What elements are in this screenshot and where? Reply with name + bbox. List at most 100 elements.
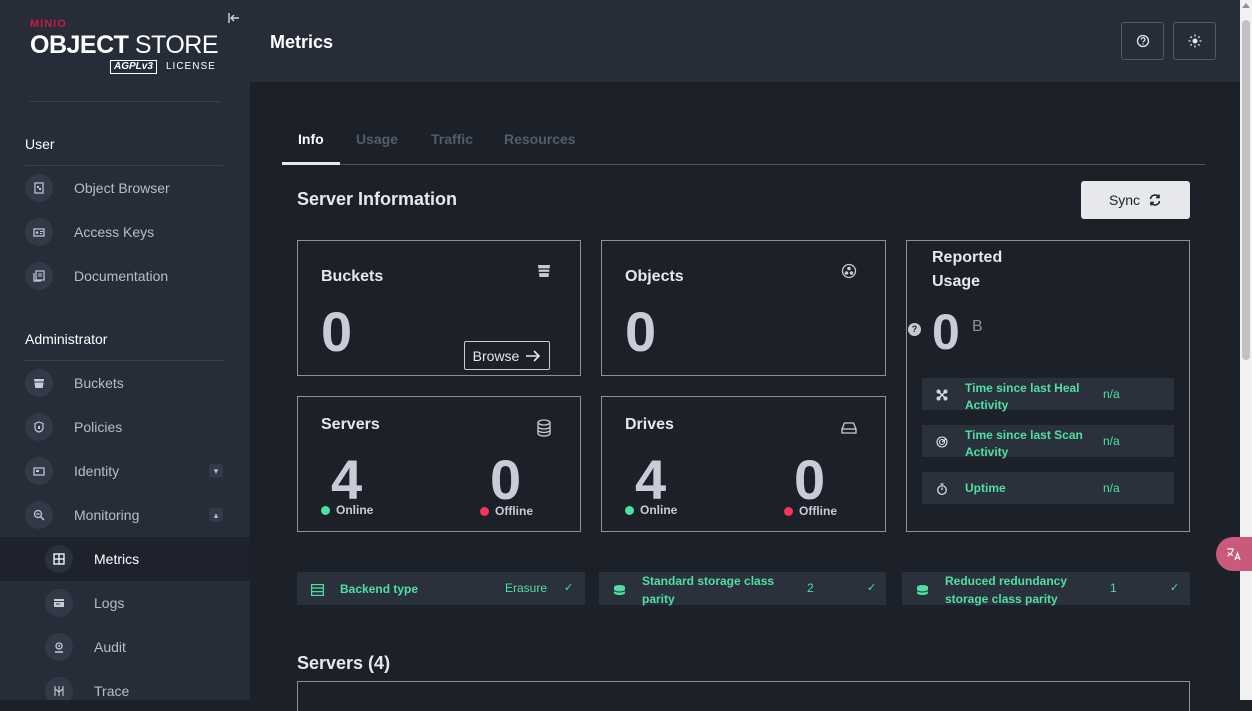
- browse-button[interactable]: Browse: [464, 341, 550, 370]
- sidebar: MINIO OBJECT STORE AGPLv3 LICENSE User O…: [0, 0, 250, 700]
- sidebar-item-audit[interactable]: Audit: [0, 625, 250, 669]
- sidebar-item-logs[interactable]: Logs: [0, 581, 250, 625]
- scan-activity-label: Time since last Scan Activity: [965, 428, 1083, 459]
- chevron-down-icon[interactable]: ▾: [209, 464, 223, 478]
- sidebar-item-label: Identity: [74, 463, 120, 479]
- sun-icon: [1188, 34, 1201, 48]
- sync-button-label: Sync: [1108, 192, 1141, 208]
- tab-traffic[interactable]: Traffic: [431, 131, 473, 147]
- objects-icon: [841, 263, 857, 279]
- check-icon: ✓: [1170, 582, 1180, 594]
- card-title: Buckets: [321, 268, 384, 285]
- theme-toggle-button[interactable]: [1173, 22, 1216, 60]
- sidebar-item-buckets[interactable]: Buckets: [0, 361, 250, 405]
- refresh-icon: [1149, 194, 1161, 206]
- minio-logo[interactable]: MINIO OBJECT STORE AGPLv3 LICENSE: [30, 18, 225, 78]
- online-dot: [625, 505, 634, 515]
- collapse-sidebar-icon[interactable]: [226, 11, 242, 27]
- access-keys-icon: [25, 218, 53, 246]
- scroll-up-icon[interactable]: [1242, 3, 1250, 8]
- drive-icon: [841, 421, 857, 437]
- scan-activity-row: Time since last Scan Activity n/a: [922, 425, 1174, 459]
- browse-button-label: Browse: [472, 347, 520, 364]
- metrics-tabs: Info Usage Traffic Resources: [282, 128, 1205, 165]
- logo-brand: OBJECT STORE: [30, 31, 219, 59]
- objects-count: 0: [625, 300, 657, 363]
- logo-agpl-badge: AGPLv3: [110, 60, 157, 74]
- heal-activity-value: n/a: [1103, 387, 1120, 401]
- sidebar-divider: [30, 101, 220, 102]
- sidebar-item-monitoring[interactable]: Monitoring ▴: [0, 493, 250, 537]
- tab-resources[interactable]: Resources: [504, 131, 576, 147]
- drives-offline-count: 0: [794, 448, 826, 511]
- trace-icon: [45, 677, 73, 700]
- sync-button[interactable]: Sync: [1081, 181, 1190, 219]
- bucket-icon: [25, 369, 53, 397]
- help-button[interactable]: [1121, 22, 1164, 60]
- sidebar-item-label: Buckets: [74, 375, 124, 391]
- sidebar-item-trace[interactable]: Trace: [0, 669, 250, 700]
- card-title: Objects: [625, 268, 684, 285]
- translate-extension-button[interactable]: [1216, 537, 1252, 571]
- tab-info[interactable]: Info: [298, 131, 324, 147]
- standard-parity-strip: Standard storage class parity 2 ✓: [599, 572, 886, 606]
- storage-icon: [613, 583, 626, 595]
- heal-icon: [936, 388, 948, 401]
- scan-activity-value: n/a: [1103, 434, 1120, 448]
- buckets-card: Buckets 0 Browse: [297, 240, 581, 376]
- help-icon[interactable]: ?: [908, 323, 921, 336]
- check-icon: ✓: [564, 582, 574, 594]
- sidebar-item-label: Access Keys: [74, 224, 155, 240]
- online-status: Online: [321, 503, 373, 517]
- logs-icon: [45, 589, 73, 617]
- drives-card: Drives 4 Online 0 Offline: [601, 396, 886, 532]
- sidebar-item-policies[interactable]: Policies: [0, 405, 250, 449]
- uptime-value: n/a: [1103, 481, 1120, 495]
- servers-offline-count: 0: [490, 448, 522, 511]
- servers-online-count: 4: [331, 448, 363, 511]
- reported-usage-card: Reported Usage ? 0 B Time since last Hea…: [906, 240, 1190, 532]
- bucket-icon: [536, 263, 552, 279]
- list-icon: [311, 583, 325, 597]
- logo-minio-text: MINIO: [30, 18, 67, 30]
- sidebar-item-documentation[interactable]: Documentation: [0, 254, 250, 298]
- storage-icon: [916, 583, 929, 595]
- sidebar-item-label: Policies: [74, 419, 123, 435]
- offline-status: Offline: [480, 504, 533, 518]
- sidebar-item-label: Trace: [94, 683, 130, 699]
- tab-usage[interactable]: Usage: [356, 131, 398, 147]
- servers-card: Servers 4 Online 0 Offline: [297, 396, 581, 532]
- sidebar-item-label: Documentation: [74, 268, 169, 284]
- sidebar-item-object-browser[interactable]: Object Browser: [0, 166, 250, 210]
- offline-dot: [784, 506, 793, 516]
- sidebar-item-label: Monitoring: [74, 507, 140, 523]
- sidebar-item-metrics[interactable]: Metrics: [0, 537, 250, 581]
- reduced-redundancy-strip: Reduced redundancy storage class parity …: [902, 572, 1190, 606]
- active-tab-indicator: [282, 162, 340, 165]
- offline-status: Offline: [784, 504, 837, 518]
- section-title-administrator: Administrator: [25, 331, 108, 347]
- reported-usage-value: 0: [932, 304, 960, 360]
- sidebar-item-identity[interactable]: Identity ▾: [0, 449, 250, 493]
- documentation-icon: [25, 262, 53, 290]
- page-title: Metrics: [270, 32, 334, 52]
- chevron-up-icon[interactable]: ▴: [209, 508, 223, 522]
- card-title: Drives: [625, 416, 674, 433]
- scan-icon: [936, 435, 948, 448]
- reduced-redundancy-label: Reduced redundancy storage class parity: [945, 574, 1068, 606]
- scrollbar-thumb[interactable]: [1242, 20, 1250, 360]
- sidebar-item-label: Audit: [94, 639, 126, 655]
- policy-icon: [25, 413, 53, 441]
- uptime-label: Uptime: [965, 481, 1006, 495]
- sidebar-item-label: Metrics: [94, 551, 140, 567]
- reported-usage-unit: B: [972, 318, 983, 335]
- heal-activity-label: Time since last Heal Activity: [965, 381, 1080, 412]
- sidebar-item-access-keys[interactable]: Access Keys: [0, 210, 250, 254]
- standard-parity-label: Standard storage class parity: [642, 574, 775, 606]
- backend-type-strip: Backend type Erasure ✓: [297, 572, 585, 605]
- reduced-redundancy-value: 1: [1110, 581, 1117, 595]
- section-title-user: User: [25, 136, 55, 152]
- page-scrollbar[interactable]: [1240, 0, 1252, 700]
- server-information-title: Server Information: [297, 189, 458, 209]
- backend-type-value: Erasure: [505, 581, 548, 595]
